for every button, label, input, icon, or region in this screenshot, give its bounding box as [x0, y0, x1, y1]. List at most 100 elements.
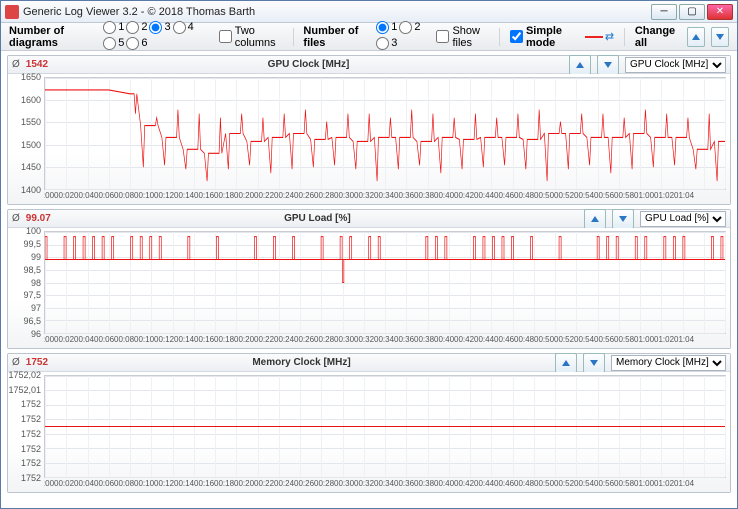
files-label: 2	[414, 21, 420, 33]
chart-title: Memory Clock [MHz]	[54, 357, 549, 368]
chart-up-button[interactable]	[584, 209, 606, 229]
y-tick: 98	[8, 278, 44, 288]
chart-title: GPU Load [%]	[57, 213, 578, 224]
x-tick: 01:04	[674, 191, 694, 204]
x-tick: 00:10	[134, 191, 154, 204]
x-tick: 00:26	[294, 479, 314, 492]
toolbar: Number of diagrams 123456 Two columns Nu…	[1, 23, 737, 51]
y-tick: 98,5	[8, 265, 44, 275]
y-tick: 1752	[8, 444, 44, 454]
x-tick: 00:46	[494, 191, 514, 204]
diagrams-radio-5[interactable]	[103, 37, 116, 50]
x-tick: 00:12	[154, 191, 174, 204]
app-icon	[5, 5, 19, 19]
x-tick: 00:58	[614, 479, 634, 492]
x-tick: 00:32	[354, 335, 374, 348]
files-radio-3[interactable]	[376, 37, 389, 50]
chart-metric-select[interactable]: GPU Clock [MHz]	[625, 57, 726, 73]
x-tick: 00:18	[214, 479, 234, 492]
files-radio-1[interactable]	[376, 21, 389, 34]
x-tick: 00:44	[474, 335, 494, 348]
x-tick: 00:08	[114, 479, 134, 492]
y-tick: 1752,02	[8, 370, 44, 380]
chart-title: GPU Clock [MHz]	[54, 59, 563, 70]
x-tick: 00:16	[194, 335, 214, 348]
change-all-up-button[interactable]	[687, 27, 705, 47]
maximize-button[interactable]: ▢	[679, 4, 705, 20]
change-all-down-button[interactable]	[711, 27, 729, 47]
x-tick: 00:04	[74, 191, 94, 204]
x-tick: 00:32	[354, 191, 374, 204]
x-tick: 00:20	[234, 335, 254, 348]
chart-metric-select[interactable]: Memory Clock [MHz]	[611, 355, 726, 371]
x-tick: 01:04	[674, 479, 694, 492]
x-tick: 00:56	[594, 191, 614, 204]
x-tick: 00:48	[514, 335, 534, 348]
two-columns-checkbox[interactable]	[219, 30, 232, 43]
x-tick: 00:14	[174, 191, 194, 204]
chart-down-button[interactable]	[583, 353, 605, 373]
x-tick: 01:02	[654, 335, 674, 348]
x-tick: 00:18	[214, 335, 234, 348]
x-tick: 00:04	[74, 479, 94, 492]
x-tick: 00:42	[454, 191, 474, 204]
chart-down-button[interactable]	[597, 55, 619, 75]
files-label: Number of files	[303, 25, 367, 49]
y-tick: 99,5	[8, 239, 44, 249]
x-tick: 00:34	[374, 191, 394, 204]
x-tick: 00:50	[534, 335, 554, 348]
x-tick: 01:00	[634, 191, 654, 204]
x-tick: 00:10	[134, 335, 154, 348]
files-label: 1	[391, 21, 397, 33]
files-radio-2[interactable]	[399, 21, 412, 34]
x-tick: 00:36	[394, 479, 414, 492]
chart-metric-select[interactable]: GPU Load [%]	[640, 211, 726, 227]
x-tick: 01:00	[634, 335, 654, 348]
x-tick: 00:14	[174, 335, 194, 348]
x-tick: 00:08	[114, 191, 134, 204]
x-tick: 00:48	[514, 479, 534, 492]
y-tick: 97,5	[8, 290, 44, 300]
x-tick: 00:06	[94, 335, 114, 348]
chart-down-button[interactable]	[612, 209, 634, 229]
y-tick: 1752	[8, 458, 44, 468]
x-tick: 01:02	[654, 191, 674, 204]
diagrams-radio-6[interactable]	[126, 37, 139, 50]
show-files-label: Show files	[452, 25, 489, 49]
x-tick: 00:08	[114, 335, 134, 348]
minimize-button[interactable]: ─	[651, 4, 677, 20]
diagrams-radio-2[interactable]	[126, 21, 139, 34]
chart-up-button[interactable]	[569, 55, 591, 75]
chart-panel: Ø 1752 Memory Clock [MHz] Memory Clock […	[7, 353, 731, 493]
y-tick: 1752	[8, 399, 44, 409]
close-button[interactable]: ✕	[707, 4, 733, 20]
chart-up-button[interactable]	[555, 353, 577, 373]
diagrams-radio-3[interactable]	[149, 21, 162, 34]
x-tick: 00:00	[44, 335, 54, 348]
simple-mode-checkbox[interactable]	[510, 30, 523, 43]
x-tick: 00:26	[294, 191, 314, 204]
x-tick: 00:24	[274, 335, 294, 348]
x-tick: 00:34	[374, 335, 394, 348]
y-tick: 1752	[8, 429, 44, 439]
x-tick: 00:58	[614, 335, 634, 348]
x-tick: 00:00	[44, 191, 54, 204]
x-tick: 01:00	[634, 479, 654, 492]
diagrams-radio-1[interactable]	[103, 21, 116, 34]
x-tick: 00:50	[534, 191, 554, 204]
show-files-checkbox[interactable]	[436, 30, 449, 43]
diagrams-radio-4[interactable]	[173, 21, 186, 34]
x-tick: 00:36	[394, 335, 414, 348]
avg-value: 1542	[26, 59, 48, 70]
x-tick: 00:06	[94, 191, 114, 204]
y-tick: 1550	[8, 117, 44, 127]
x-tick: 00:22	[254, 191, 274, 204]
x-tick: 00:30	[334, 191, 354, 204]
x-tick: 00:36	[394, 191, 414, 204]
x-tick: 00:26	[294, 335, 314, 348]
x-tick: 00:24	[274, 191, 294, 204]
y-tick: 1400	[8, 185, 44, 195]
x-tick: 00:20	[234, 479, 254, 492]
x-tick: 00:12	[154, 335, 174, 348]
diagrams-label: Number of diagrams	[9, 25, 94, 49]
